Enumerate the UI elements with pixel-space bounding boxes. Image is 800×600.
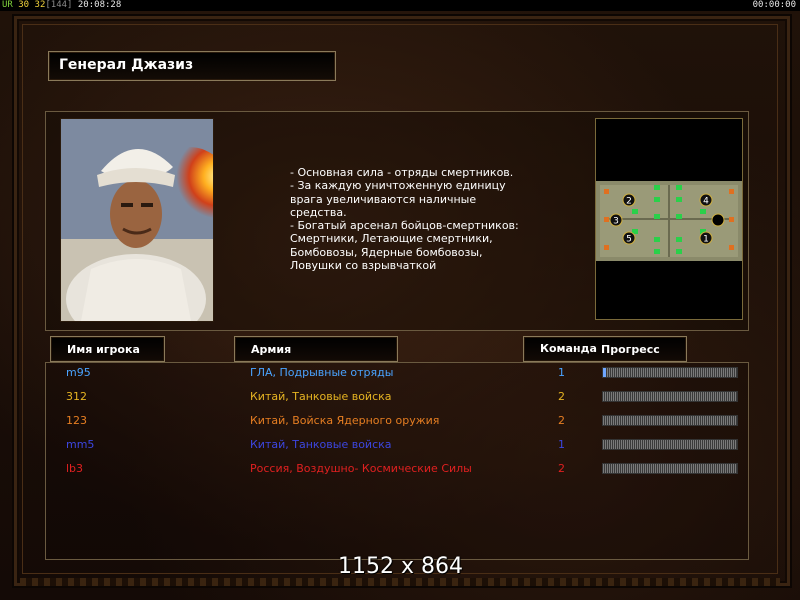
table-row[interactable]: 123 Китай, Войска Ядерного оружия 2: [0, 414, 800, 438]
player-team: 2: [558, 390, 565, 403]
player-team: 2: [558, 462, 565, 475]
player-name: 312: [66, 390, 87, 403]
player-army: Китай, Танковые войска: [250, 438, 392, 451]
progress-bar-track: [603, 416, 737, 425]
player-army: Россия, Воздушно- Космические Силы: [250, 462, 472, 475]
general-portrait: [60, 118, 214, 322]
map-start-5: 5: [626, 235, 632, 245]
ur-label: UR: [2, 0, 13, 10]
player-team: 1: [558, 366, 565, 379]
table-row[interactable]: mm5 Китай, Танковые войска 1: [0, 438, 800, 462]
map-preview: 2 4 3 5 1: [595, 118, 743, 320]
desc-line: - Основная сила - отряды смертников.: [290, 166, 514, 179]
clock: 20:08:28: [77, 0, 122, 10]
progress-bar: [602, 439, 738, 450]
progress-bar-track: [603, 440, 737, 449]
desc-line: - За каждую уничтоженную единицу: [290, 179, 506, 193]
progress-bar-fill: [603, 368, 606, 377]
player-army: ГЛА, Подрывные отряды: [250, 366, 394, 379]
progress-bar: [602, 415, 738, 426]
player-name: 123: [66, 414, 87, 427]
progress-bar-track: [603, 368, 737, 377]
player-name-header[interactable]: Имя игрока: [50, 336, 165, 362]
portrait-image: [61, 119, 213, 321]
progress-header-label: Прогресс: [601, 343, 660, 356]
general-description: - Основная сила - отряды смертников. - З…: [290, 166, 590, 272]
status-bar: UR 30 32[144] 20:08:28 00:00:00: [0, 0, 800, 11]
player-name: lb3: [66, 462, 84, 475]
status-left: UR 30 32[144] 20:08:28: [2, 0, 121, 11]
player-name: m95: [66, 366, 91, 379]
progress-bar-track: [603, 392, 737, 401]
resolution-watermark: 1152 x 864: [338, 554, 463, 579]
general-title-box: Генерал Джазиз: [48, 51, 336, 81]
stat-1: 30: [18, 0, 30, 10]
progress-bar-track: [603, 464, 737, 473]
map-start-4: 4: [703, 197, 709, 207]
player-army: Китай, Войска Ядерного оружия: [250, 414, 440, 427]
army-header[interactable]: Армия: [234, 336, 398, 362]
desc-line: врага увеличиваются наличные: [290, 192, 477, 206]
desc-line: Смертники, Летающие смертники,: [290, 232, 493, 246]
progress-bar: [602, 367, 738, 378]
desc-line: Ловушки со взрывчаткой: [290, 259, 437, 273]
timer: 00:00:00: [752, 0, 796, 10]
team-progress-header[interactable]: Команда Прогресс: [523, 336, 687, 362]
desc-line: средства.: [290, 205, 347, 219]
desc-line: - Богатый арсенал бойцов-смертников:: [290, 219, 519, 233]
map-start-3: 3: [613, 217, 619, 227]
player-team: 1: [558, 438, 565, 451]
army-header-label: Армия: [251, 343, 292, 356]
table-row[interactable]: 312 Китай, Танковые войска 2: [0, 390, 800, 414]
map-image: 2 4 3 5 1: [596, 181, 742, 261]
table-row[interactable]: lb3 Россия, Воздушно- Космические Силы 2: [0, 462, 800, 486]
general-title: Генерал Джазиз: [59, 57, 194, 73]
bottom-decor-bar: [20, 578, 780, 586]
player-name: mm5: [66, 438, 95, 451]
team-header-label: Команда: [540, 342, 597, 355]
player-team: 2: [558, 414, 565, 427]
progress-bar: [602, 463, 738, 474]
map-start-1: 1: [703, 235, 709, 245]
progress-bar: [602, 391, 738, 402]
map-start-2: 2: [626, 197, 632, 207]
player-army: Китай, Танковые войска: [250, 390, 392, 403]
stat-2: 32: [34, 0, 46, 10]
stat-bracket: [144]: [45, 0, 73, 10]
desc-line: Бомбовозы, Ядерные бомбовозы,: [290, 245, 483, 259]
table-row[interactable]: m95 ГЛА, Подрывные отряды 1: [0, 366, 800, 390]
player-name-header-label: Имя игрока: [67, 343, 140, 356]
